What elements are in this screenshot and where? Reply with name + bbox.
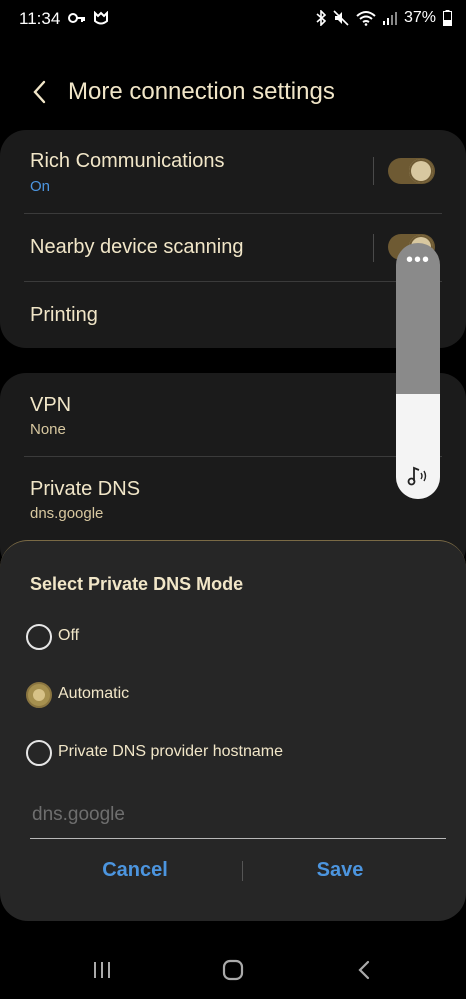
row-title: Nearby device scanning bbox=[30, 236, 244, 258]
option-automatic[interactable]: Automatic bbox=[26, 675, 446, 715]
more-options-icon[interactable]: ••• bbox=[396, 250, 440, 270]
hostname-input[interactable] bbox=[30, 791, 450, 839]
radio-button[interactable] bbox=[26, 624, 52, 650]
dialog-title: Select Private DNS Mode bbox=[30, 574, 244, 594]
battery-icon bbox=[443, 10, 452, 26]
back-nav-button[interactable] bbox=[344, 954, 384, 986]
recent-apps-button[interactable] bbox=[82, 954, 122, 986]
toggle-divider bbox=[373, 157, 374, 185]
row-subtitle: None bbox=[30, 421, 66, 438]
save-button[interactable]: Save bbox=[265, 859, 415, 882]
recent-apps-icon bbox=[94, 962, 110, 978]
music-volume-icon[interactable] bbox=[405, 463, 431, 489]
cancel-button[interactable]: Cancel bbox=[60, 859, 210, 882]
row-title: VPN bbox=[30, 394, 72, 416]
navigation-bar bbox=[0, 940, 466, 999]
row-title: Private DNS bbox=[30, 478, 141, 500]
toggle-knob bbox=[409, 159, 433, 183]
row-rich-communications[interactable]: Rich Communications On bbox=[0, 130, 466, 214]
bluetooth-icon bbox=[316, 10, 326, 26]
home-button[interactable] bbox=[213, 954, 253, 986]
app-header: More connection settings bbox=[0, 60, 466, 124]
status-time: 11:34 bbox=[19, 9, 61, 28]
chevron-left-icon bbox=[33, 80, 46, 104]
radio-button-selected[interactable] bbox=[26, 682, 52, 708]
status-left-icons bbox=[68, 11, 108, 25]
mask-icon bbox=[94, 11, 108, 25]
rich-communications-toggle[interactable] bbox=[388, 158, 435, 184]
status-right: 37% bbox=[316, 9, 452, 27]
row-title: Printing bbox=[30, 304, 98, 326]
home-icon bbox=[222, 959, 244, 981]
page-title: More connection settings bbox=[68, 78, 335, 105]
option-label: Automatic bbox=[58, 685, 130, 702]
toggle-divider bbox=[373, 234, 374, 262]
row-subtitle: dns.google bbox=[30, 505, 104, 522]
option-hostname[interactable]: Private DNS provider hostname bbox=[26, 733, 446, 773]
key-icon bbox=[68, 11, 86, 25]
option-off[interactable]: Off bbox=[26, 617, 446, 657]
private-dns-dialog: Select Private DNS Mode Off Automatic Pr… bbox=[0, 540, 466, 921]
signal-icon bbox=[382, 11, 397, 25]
option-label: Off bbox=[58, 627, 80, 644]
back-icon bbox=[358, 960, 370, 980]
input-underline bbox=[30, 838, 446, 839]
row-title: Rich Communications bbox=[30, 150, 225, 172]
wifi-icon bbox=[356, 10, 376, 26]
status-bar: 11:34 37% bbox=[0, 0, 466, 40]
mute-icon bbox=[333, 10, 349, 26]
option-label: Private DNS provider hostname bbox=[58, 743, 283, 760]
radio-button[interactable] bbox=[26, 740, 52, 766]
row-subtitle: On bbox=[30, 178, 51, 195]
volume-panel[interactable]: ••• bbox=[396, 243, 440, 499]
button-divider bbox=[242, 861, 243, 881]
battery-percent: 37% bbox=[403, 9, 436, 26]
back-button[interactable] bbox=[26, 78, 54, 106]
